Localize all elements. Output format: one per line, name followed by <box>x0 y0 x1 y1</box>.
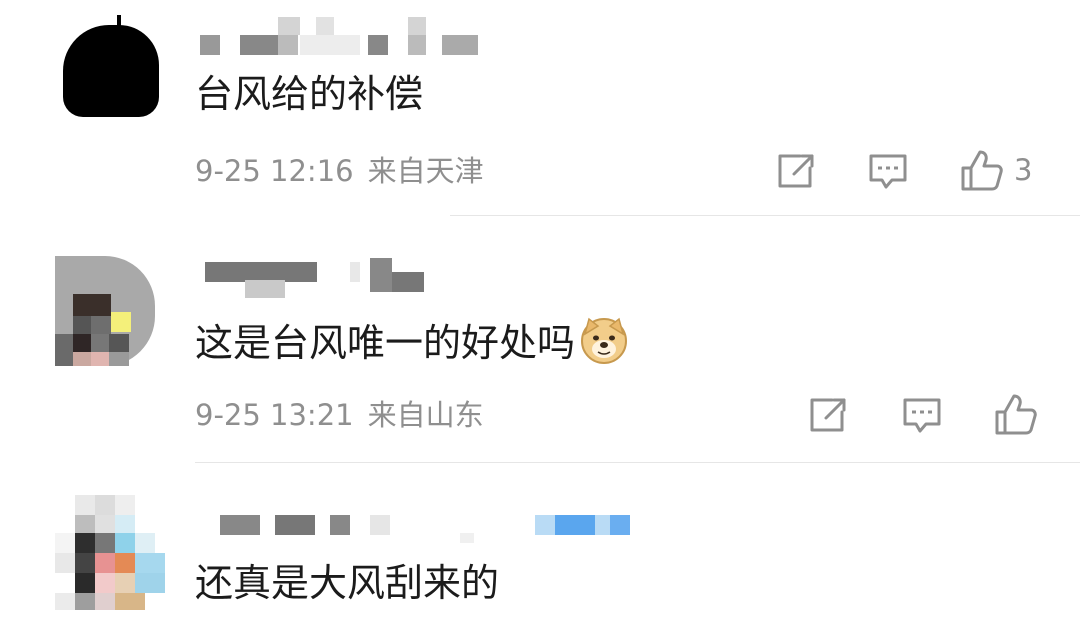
like-button[interactable] <box>994 392 1038 436</box>
comment-text: 这是台风唯一的好处吗 <box>195 314 629 367</box>
username-masked[interactable] <box>205 258 435 298</box>
username-masked[interactable] <box>200 17 490 55</box>
comment-text: 台风给的补偿 <box>195 72 424 116</box>
avatar[interactable] <box>55 15 167 127</box>
comment-icon <box>869 154 907 189</box>
avatar[interactable] <box>40 495 170 610</box>
like-button[interactable]: 3 <box>960 148 1032 192</box>
comment-text: 还真是大风刮来的 <box>195 561 500 605</box>
comment-meta: 9-25 13:21 来自山东 <box>195 397 484 433</box>
reply-button[interactable] <box>868 152 908 192</box>
comment-meta: 9-25 12:16 来自天津 <box>195 153 484 189</box>
share-button[interactable] <box>776 152 816 190</box>
comment-date: 9-25 12:16 <box>195 154 354 188</box>
thumbs-up-icon <box>995 394 1037 435</box>
username-masked[interactable] <box>220 515 640 543</box>
comment-location: 来自天津 <box>367 154 484 188</box>
avatar[interactable] <box>55 256 155 366</box>
reply-button[interactable] <box>902 396 942 436</box>
comment-item: 还真是大风刮来的 <box>0 463 1080 635</box>
share-icon <box>778 154 814 188</box>
thumbs-up-icon <box>961 150 1003 191</box>
comment-date: 9-25 13:21 <box>195 398 354 432</box>
comment-icon <box>903 398 941 433</box>
doge-emoji <box>581 317 628 364</box>
comment-item: 台风给的补偿 9-25 12:16 来自天津 3 <box>0 0 1080 215</box>
comment-location: 来自山东 <box>367 398 484 432</box>
share-icon <box>810 398 846 432</box>
comment-item: 这是台风唯一的好处吗 9-25 13:21 来自山东 <box>0 216 1080 462</box>
like-count: 3 <box>1014 153 1033 187</box>
share-button[interactable] <box>808 396 848 434</box>
